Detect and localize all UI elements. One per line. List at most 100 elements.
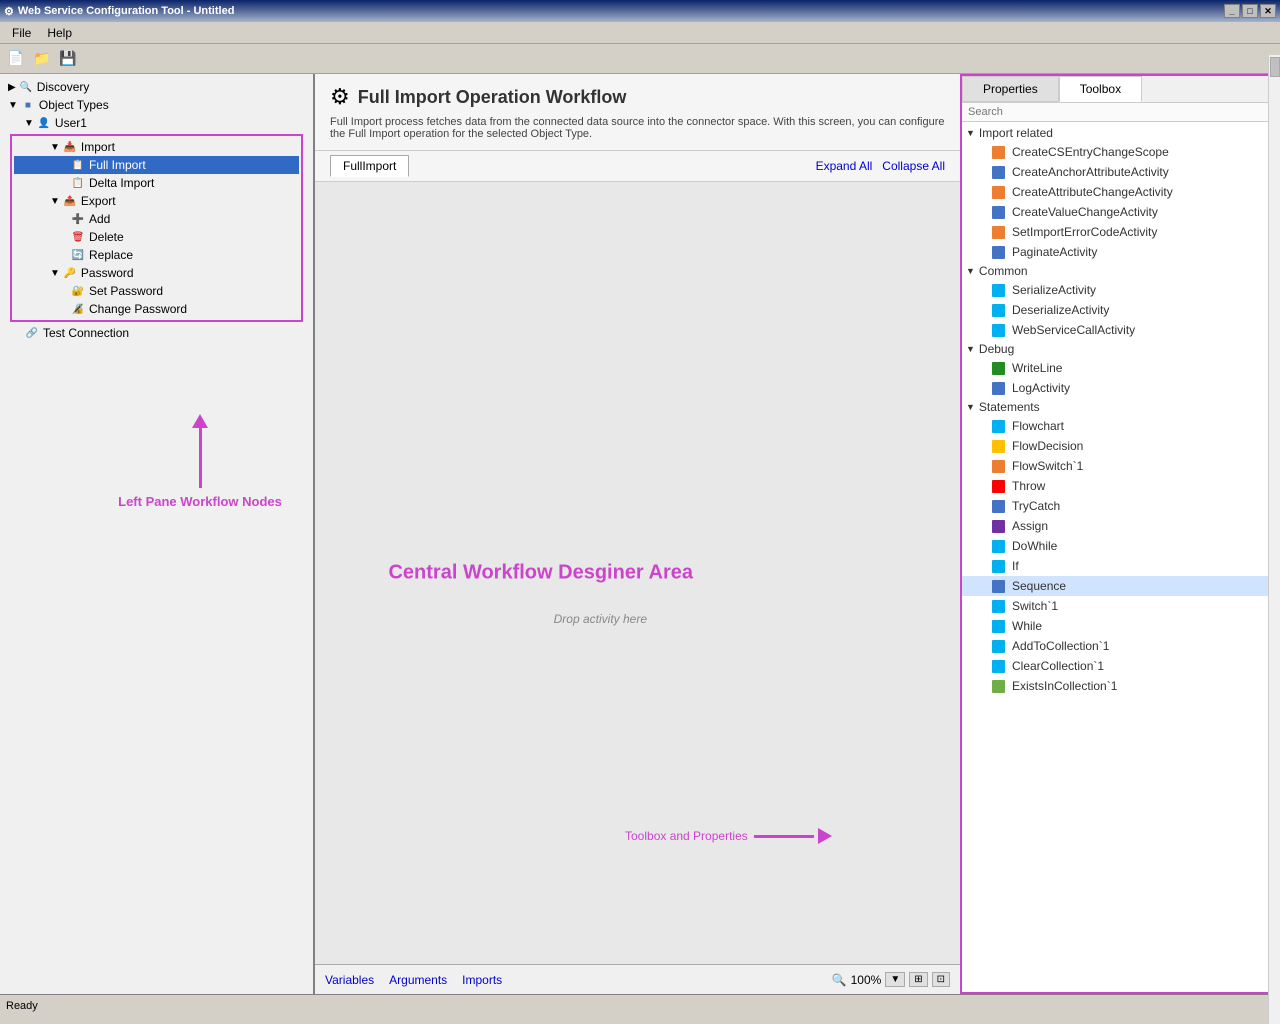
collapse-import-related-icon: ▼ <box>966 128 975 138</box>
expand-icon-user1[interactable]: ▼ <box>24 118 34 129</box>
change-password-icon: 🔏 <box>70 301 86 317</box>
new-button[interactable]: 📄 <box>4 47 28 71</box>
toolbox-item-throw[interactable]: Throw <box>962 476 1278 496</box>
throw-icon <box>990 478 1006 494</box>
group-statements[interactable]: ▼ Statements <box>962 398 1278 416</box>
toolbox-annotation-text: Toolbox and Properties <box>625 829 748 843</box>
toolbox-tree: ▼ Import related CreateCSEntryChangeScop… <box>962 122 1278 992</box>
tree-item-full-import[interactable]: 📋 Full Import <box>14 156 299 174</box>
flowchart-icon <box>990 418 1006 434</box>
right-pane-scrollbar[interactable] <box>1268 74 1280 994</box>
expand-icon-export[interactable]: ▼ <box>50 196 60 207</box>
arguments-tab[interactable]: Arguments <box>389 973 447 987</box>
zoom-dropdown-button[interactable]: ▼ <box>885 972 905 987</box>
tree-item-replace[interactable]: 🔄 Replace <box>14 246 299 264</box>
toolbox-item-dowhile[interactable]: DoWhile <box>962 536 1278 556</box>
zoom-controls: 🔍 100% ▼ ⊞ ⊡ <box>832 972 950 987</box>
title-bar-controls[interactable]: _ □ ✕ <box>1224 4 1276 18</box>
group-common[interactable]: ▼ Common <box>962 262 1278 280</box>
toolbox-item-trycatch[interactable]: TryCatch <box>962 496 1278 516</box>
toolbox-item-writeline[interactable]: WriteLine <box>962 358 1278 378</box>
toolbox-item-create-cs[interactable]: CreateCSEntryChangeScope <box>962 142 1278 162</box>
menu-file[interactable]: File <box>4 24 39 42</box>
properties-tab[interactable]: Properties <box>962 76 1059 102</box>
close-button[interactable]: ✕ <box>1260 4 1276 18</box>
zoom-fit-button[interactable]: ⊞ <box>909 972 927 987</box>
password-icon: 🔑 <box>62 265 78 281</box>
tree-item-delta-import[interactable]: 📋 Delta Import <box>14 174 299 192</box>
menu-bar: File Help <box>0 22 1280 44</box>
tree-item-discovery[interactable]: ▶ 🔍 Discovery <box>4 78 309 96</box>
toolbox-item-switch[interactable]: Switch`1 <box>962 596 1278 616</box>
while-icon <box>990 618 1006 634</box>
zoom-icon: 🔍 <box>832 973 847 987</box>
toolbox-item-sequence[interactable]: Sequence <box>962 576 1278 596</box>
save-button[interactable]: 💾 <box>56 47 80 71</box>
designer-canvas[interactable]: Central Workflow Desginer Area Drop acti… <box>315 182 960 964</box>
add-icon: ➕ <box>70 211 86 227</box>
expand-icon-import[interactable]: ▼ <box>50 142 60 153</box>
toolbox-search-input[interactable] <box>962 103 1278 122</box>
toolbox-item-flowswitch[interactable]: FlowSwitch`1 <box>962 456 1278 476</box>
group-import-related[interactable]: ▼ Import related <box>962 124 1278 142</box>
menu-help[interactable]: Help <box>39 24 80 42</box>
expand-all-button[interactable]: Expand All <box>816 159 873 173</box>
toolbox-annotation: Toolbox and Properties <box>625 828 832 844</box>
scrollbar-thumb[interactable] <box>1270 74 1280 77</box>
expand-icon-object-types[interactable]: ▼ <box>8 100 18 111</box>
maximize-button[interactable]: □ <box>1242 4 1258 18</box>
minimize-button[interactable]: _ <box>1224 4 1240 18</box>
toolbox-item-clear-collection[interactable]: ClearCollection`1 <box>962 656 1278 676</box>
toolbox-item-add-to-collection[interactable]: AddToCollection`1 <box>962 636 1278 656</box>
imports-tab[interactable]: Imports <box>462 973 502 987</box>
toolbox-item-create-attr[interactable]: CreateAttributeChangeActivity <box>962 182 1278 202</box>
workflow-tab-full-import[interactable]: FullImport <box>330 155 409 177</box>
assign-icon <box>990 518 1006 534</box>
toolbox-item-flowdecision[interactable]: FlowDecision <box>962 436 1278 456</box>
tree-item-export[interactable]: ▼ 📤 Export <box>14 192 299 210</box>
tree-item-delete[interactable]: 🗑 Delete <box>14 228 299 246</box>
set-password-icon: 🔐 <box>70 283 86 299</box>
toolbox-item-logactivity[interactable]: LogActivity <box>962 378 1278 398</box>
expand-icon-discovery[interactable]: ▶ <box>8 82 16 93</box>
app-icon: ⚙ <box>4 5 14 18</box>
toolbox-item-webservice[interactable]: WebServiceCallActivity <box>962 320 1278 340</box>
toolbox-tab[interactable]: Toolbox <box>1059 76 1142 102</box>
expand-icon-password[interactable]: ▼ <box>50 268 60 279</box>
tree-container: ▶ 🔍 Discovery ▼ ■ Object Types ▼ 👤 User1 <box>0 74 313 346</box>
toolbox-item-create-anchor[interactable]: CreateAnchorAttributeActivity <box>962 162 1278 182</box>
tree-item-set-password[interactable]: 🔐 Set Password <box>14 282 299 300</box>
left-pane: ▶ 🔍 Discovery ▼ ■ Object Types ▼ 👤 User1 <box>0 74 315 994</box>
toolbox-item-create-value[interactable]: CreateValueChangeActivity <box>962 202 1278 222</box>
toolbox-item-if[interactable]: If <box>962 556 1278 576</box>
exists-in-collection-icon <box>990 678 1006 694</box>
collapse-all-button[interactable]: Collapse All <box>882 159 945 173</box>
zoom-center-button[interactable]: ⊡ <box>932 972 950 987</box>
tree-item-change-password[interactable]: 🔏 Change Password <box>14 300 299 318</box>
tree-item-password[interactable]: ▼ 🔑 Password <box>14 264 299 282</box>
toolbox-item-assign[interactable]: Assign <box>962 516 1278 536</box>
workflow-actions: Expand All Collapse All <box>816 159 945 173</box>
tree-highlight-box: ▼ 📥 Import 📋 Full Import 📋 Delta Import … <box>10 134 303 322</box>
toolbox-item-flowchart[interactable]: Flowchart <box>962 416 1278 436</box>
main-layout: ▶ 🔍 Discovery ▼ ■ Object Types ▼ 👤 User1 <box>0 74 1280 994</box>
collapse-common-icon: ▼ <box>966 266 975 276</box>
tree-item-test-connection[interactable]: 🔗 Test Connection <box>4 324 309 342</box>
tree-item-import[interactable]: ▼ 📥 Import <box>14 138 299 156</box>
toolbox-item-deserialize[interactable]: DeserializeActivity <box>962 300 1278 320</box>
title-bar: ⚙ Web Service Configuration Tool - Untit… <box>0 0 1280 22</box>
tree-item-object-types[interactable]: ▼ ■ Object Types <box>4 96 309 114</box>
toolbox-item-paginate[interactable]: PaginateActivity <box>962 242 1278 262</box>
group-debug[interactable]: ▼ Debug <box>962 340 1278 358</box>
tree-item-user1[interactable]: ▼ 👤 User1 <box>4 114 309 132</box>
workflow-toolbar: FullImport Expand All Collapse All <box>315 151 960 182</box>
toolbox-item-while[interactable]: While <box>962 616 1278 636</box>
central-workflow-annotation: Central Workflow Desginer Area <box>388 562 693 585</box>
variables-tab[interactable]: Variables <box>325 973 374 987</box>
toolbox-item-exists-in-collection[interactable]: ExistsInCollection`1 <box>962 676 1278 696</box>
toolbox-item-serialize[interactable]: SerializeActivity <box>962 280 1278 300</box>
tree-item-add[interactable]: ➕ Add <box>14 210 299 228</box>
create-cs-icon <box>990 144 1006 160</box>
toolbox-item-set-import[interactable]: SetImportErrorCodeActivity <box>962 222 1278 242</box>
open-button[interactable]: 📁 <box>30 47 54 71</box>
